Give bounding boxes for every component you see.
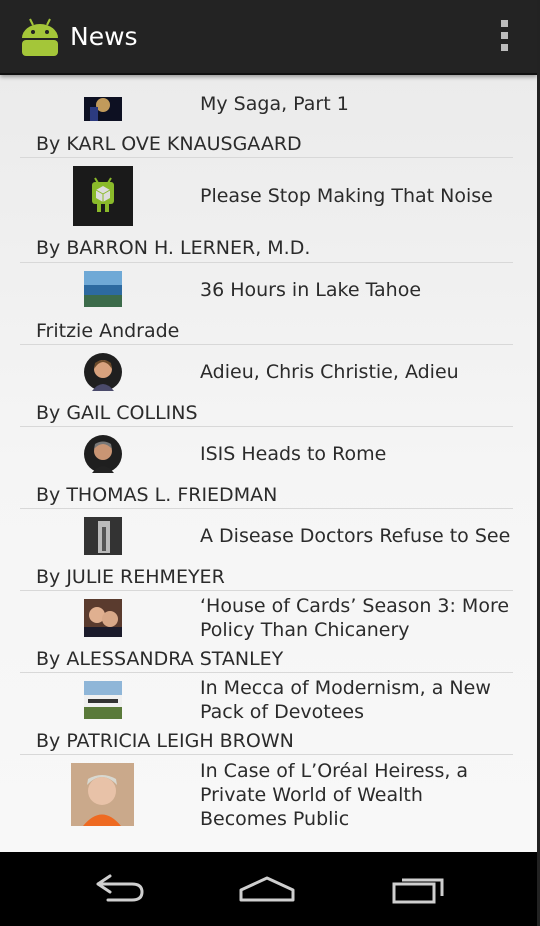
article-thumbnail (84, 517, 122, 555)
android-robot-icon[interactable] (18, 14, 62, 58)
list-item[interactable]: ‘House of Cards’ Season 3: More Policy T… (20, 591, 513, 673)
article-byline: By PATRICIA LEIGH BROWN (36, 730, 294, 752)
article-headline: Please Stop Making That Noise (200, 185, 493, 207)
list-item[interactable]: In Mecca of Modernism, a New Pack of Dev… (20, 673, 513, 755)
article-list[interactable]: My Saga, Part 1 By KARL OVE KNAUSGAARD P… (0, 75, 537, 852)
article-byline: By ALESSANDRA STANLEY (36, 648, 284, 670)
list-item[interactable]: In Case of L’Oréal Heiress, a Private Wo… (20, 755, 513, 852)
article-byline: By JULIE REHMEYER (36, 566, 225, 588)
divider (20, 157, 513, 158)
recents-icon[interactable] (388, 870, 448, 910)
screen: News My Saga, Part 1 By KARL OVE KNAUSGA… (0, 0, 537, 926)
article-byline: By GAIL COLLINS (36, 402, 198, 424)
app-title: News (70, 22, 138, 51)
article-thumbnail (84, 681, 122, 719)
article-thumbnail (84, 599, 122, 637)
article-headline: A Disease Doctors Refuse to See (200, 525, 511, 547)
article-headline: ISIS Heads to Rome (200, 443, 387, 465)
article-thumbnail (84, 271, 122, 307)
article-byline: By THOMAS L. FRIEDMAN (36, 484, 278, 506)
android-placeholder-icon (73, 166, 133, 226)
list-item[interactable]: My Saga, Part 1 By KARL OVE KNAUSGAARD (20, 75, 513, 159)
author-photo (84, 435, 122, 473)
list-item[interactable]: ISIS Heads to Rome By THOMAS L. FRIEDMAN (20, 427, 513, 509)
article-headline: In Case of L’Oréal Heiress, a Private Wo… (200, 760, 469, 830)
article-byline: By KARL OVE KNAUSGAARD (36, 133, 302, 155)
article-byline: By BARRON H. LERNER, M.D. (36, 237, 311, 259)
back-icon[interactable] (88, 870, 148, 910)
article-headline: In Mecca of Modernism, a New Pack of Dev… (200, 677, 491, 723)
article-headline: My Saga, Part 1 (200, 93, 349, 115)
home-icon[interactable] (237, 870, 297, 910)
list-item[interactable]: A Disease Doctors Refuse to See By JULIE… (20, 509, 513, 591)
navigation-bar (0, 852, 537, 926)
article-thumbnail (84, 97, 122, 121)
list-item[interactable]: Adieu, Chris Christie, Adieu By GAIL COL… (20, 345, 513, 427)
article-thumbnail (71, 763, 134, 826)
article-byline: Fritzie Andrade (36, 320, 180, 342)
article-headline: Adieu, Chris Christie, Adieu (200, 361, 459, 383)
list-item[interactable]: 36 Hours in Lake Tahoe Fritzie Andrade (20, 263, 513, 345)
article-headline: ‘House of Cards’ Season 3: More Policy T… (200, 595, 510, 641)
article-headline: 36 Hours in Lake Tahoe (200, 279, 422, 301)
action-bar: News (0, 0, 537, 75)
overflow-menu-icon[interactable] (499, 20, 509, 54)
list-item[interactable]: Please Stop Making That Noise By BARRON … (20, 159, 513, 263)
author-photo (84, 353, 122, 391)
